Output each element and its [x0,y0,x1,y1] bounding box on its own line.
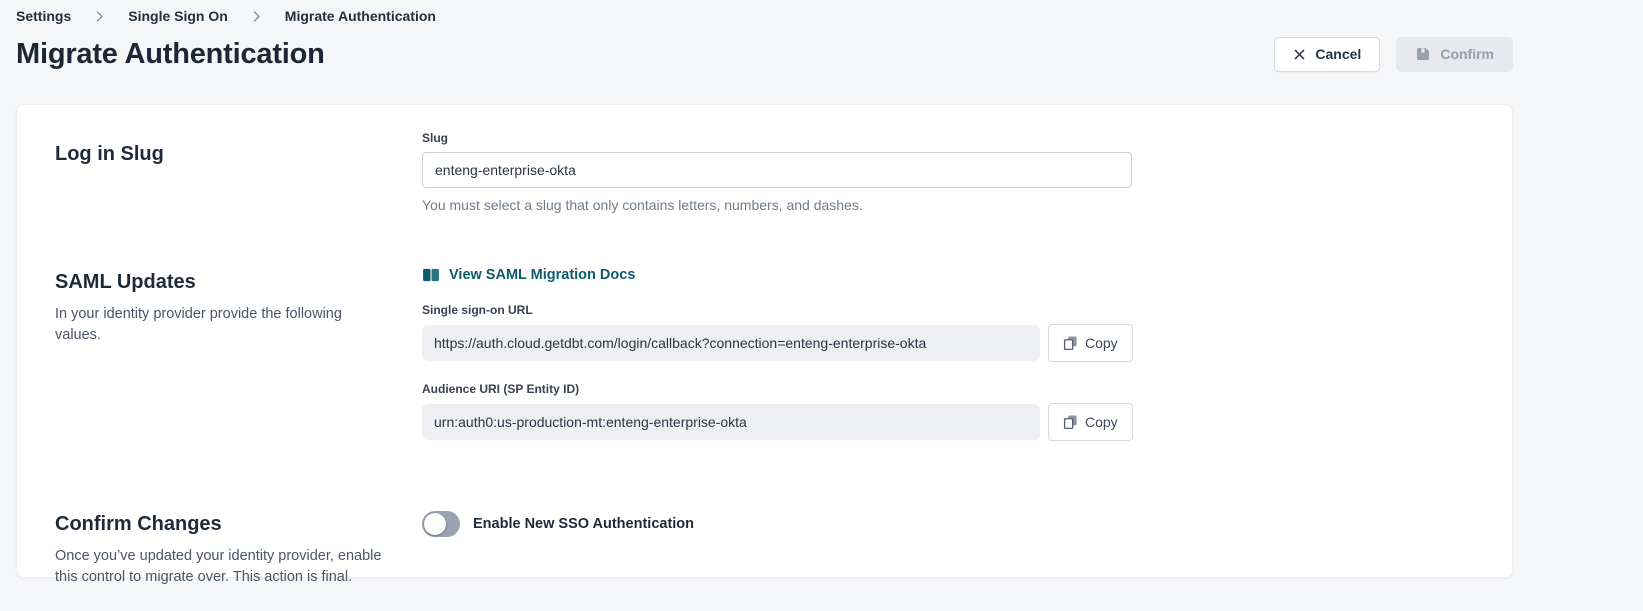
slug-helper-text: You must select a slug that only contain… [422,197,1474,213]
copy-button-label: Copy [1085,335,1118,351]
cancel-button[interactable]: Cancel [1274,37,1380,72]
sso-url-field-row: https://auth.cloud.getdbt.com/login/call… [422,324,1474,362]
page-content: Settings Single Sign On Migrate Authenti… [16,0,1513,578]
sso-url-label: Single sign-on URL [422,303,1474,317]
section-saml-updates: SAML Updates In your identity provider p… [55,267,1474,461]
slug-field-label: Slug [422,131,1474,145]
breadcrumb-item-single-sign-on[interactable]: Single Sign On [128,8,228,24]
view-saml-migration-docs-link[interactable]: View SAML Migration Docs [422,267,635,283]
migrate-authentication-card: Log in Slug Slug You must select a slug … [16,104,1513,578]
confirm-button-label: Confirm [1440,46,1494,62]
section-login-slug: Log in Slug Slug You must select a slug … [55,119,1474,213]
section-heading-login-slug: Log in Slug [55,131,422,166]
cancel-button-label: Cancel [1315,46,1361,62]
slug-input[interactable] [422,152,1132,188]
close-icon [1293,48,1306,61]
chevron-right-icon [250,10,263,23]
confirm-section-description: Once you’ve updated your identity provid… [55,546,385,588]
section-heading-saml-updates: SAML Updates [55,267,422,294]
confirm-button[interactable]: Confirm [1396,37,1513,72]
audience-uri-field: urn:auth0:us-production-mt:enteng-enterp… [422,404,1040,440]
copy-icon [1063,414,1078,430]
sso-url-field: https://auth.cloud.getdbt.com/login/call… [422,325,1040,361]
breadcrumb-item-migrate-authentication[interactable]: Migrate Authentication [285,8,436,24]
chevron-right-icon [93,10,106,23]
save-icon [1415,46,1431,62]
enable-sso-toggle[interactable] [422,511,460,537]
section-confirm-changes: Confirm Changes Once you’ve updated your… [55,509,1474,588]
docs-link-label: View SAML Migration Docs [449,267,635,283]
book-icon [422,268,440,282]
header-actions: Cancel Confirm [1274,37,1513,72]
toggle-knob [424,513,446,535]
breadcrumb-item-settings[interactable]: Settings [16,8,71,24]
copy-button-label: Copy [1085,414,1118,430]
audience-uri-field-row: urn:auth0:us-production-mt:enteng-enterp… [422,403,1474,441]
saml-section-description: In your identity provider provide the fo… [55,304,385,346]
copy-icon [1063,335,1078,351]
breadcrumb: Settings Single Sign On Migrate Authenti… [16,0,1513,24]
copy-sso-url-button[interactable]: Copy [1048,324,1133,362]
audience-uri-label: Audience URI (SP Entity ID) [422,382,1474,396]
section-heading-confirm-changes: Confirm Changes [55,509,422,536]
page-title: Migrate Authentication [16,32,325,76]
page-header: Migrate Authentication Cancel Confirm [16,32,1513,76]
enable-sso-toggle-label: Enable New SSO Authentication [473,516,694,532]
enable-sso-toggle-row: Enable New SSO Authentication [422,509,1474,537]
copy-audience-uri-button[interactable]: Copy [1048,403,1133,441]
